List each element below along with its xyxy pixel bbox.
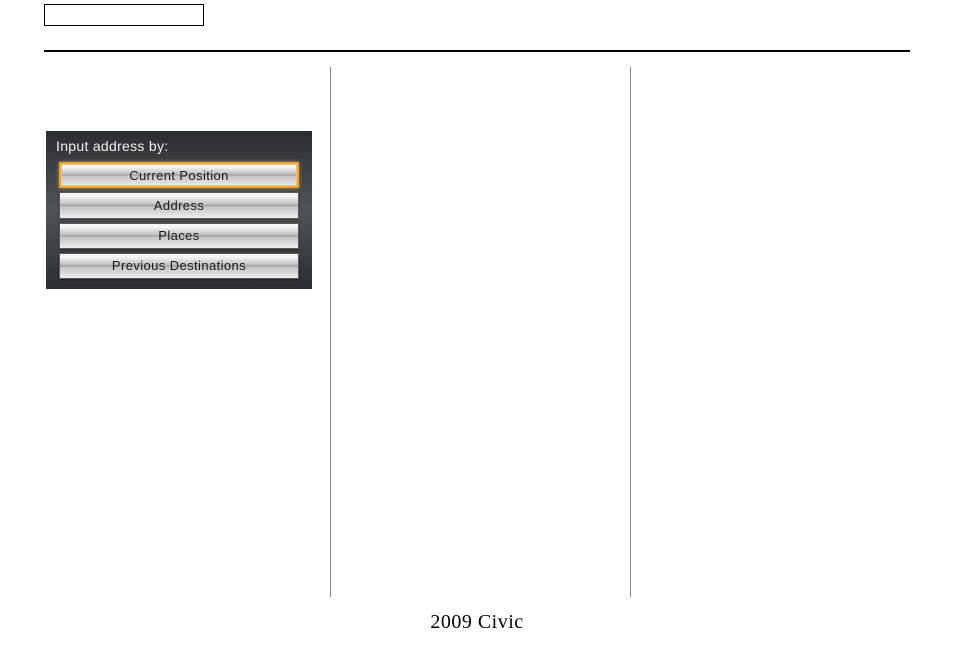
horizontal-rule	[44, 50, 910, 52]
nav-btn-label: Current Position	[129, 168, 229, 183]
nav-btn-places[interactable]: Places	[59, 223, 299, 249]
column-divider	[630, 67, 631, 597]
top-box-frame	[44, 4, 204, 26]
footer-model-year: 2009 Civic	[0, 611, 954, 634]
nav-btn-label: Address	[154, 198, 205, 213]
nav-input-panel: Input address by: Current Position Addre…	[46, 131, 312, 289]
nav-btn-previous-destinations[interactable]: Previous Destinations	[59, 253, 299, 279]
nav-btn-address[interactable]: Address	[59, 192, 299, 218]
nav-btn-label: Places	[158, 228, 199, 243]
nav-btn-label: Previous Destinations	[112, 258, 246, 273]
nav-panel-header: Input address by:	[54, 138, 304, 160]
column-divider	[330, 67, 331, 597]
nav-btn-current-position[interactable]: Current Position	[59, 162, 299, 188]
